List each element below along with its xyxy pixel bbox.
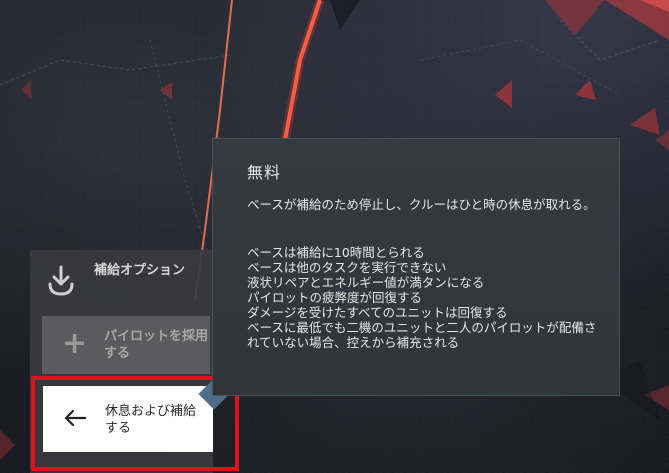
route-line-glow — [280, 0, 325, 141]
tooltip-description: ベースが補給のため停止し、クルーはひと時の休息が取れる。 — [247, 197, 596, 212]
tooltip-effect: パイロットの疲弊度が回復する — [247, 290, 423, 305]
download-tray-icon — [48, 265, 74, 296]
hire-pilot-label: パイロットを採用する — [104, 329, 209, 361]
tooltip-title: 無料 — [247, 163, 282, 182]
tooltip-effect: ダメージを受けたすべてのユニットは回復する — [247, 305, 508, 320]
tooltip-panel: 無料 ベースが補給のため停止し、クルーはひと時の休息が取れる。 ベースは補給に1… — [212, 138, 620, 396]
tooltip-effect: ベースに最低でも二機のユニットと二人のパイロットが配備されていない場合、控えから… — [247, 320, 597, 350]
plus-icon: + — [62, 326, 88, 361]
supply-options-header: 補給オプション — [30, 250, 200, 310]
tooltip-effect: 液状リペアとエネルギー値が満タンになる — [247, 275, 485, 290]
tooltip-effect: ベースは補給に10時間とられる — [247, 245, 425, 260]
tooltip-effect: ベースは他のタスクを実行できない — [247, 260, 447, 275]
tooltip-effects-list: ベースは補給に10時間とられる ベースは他のタスクを実行できない 液状リペアとエ… — [247, 245, 597, 350]
hire-pilot-button[interactable]: + パイロットを採用する — [42, 316, 210, 374]
supply-options-label: 補給オプション — [94, 263, 186, 278]
